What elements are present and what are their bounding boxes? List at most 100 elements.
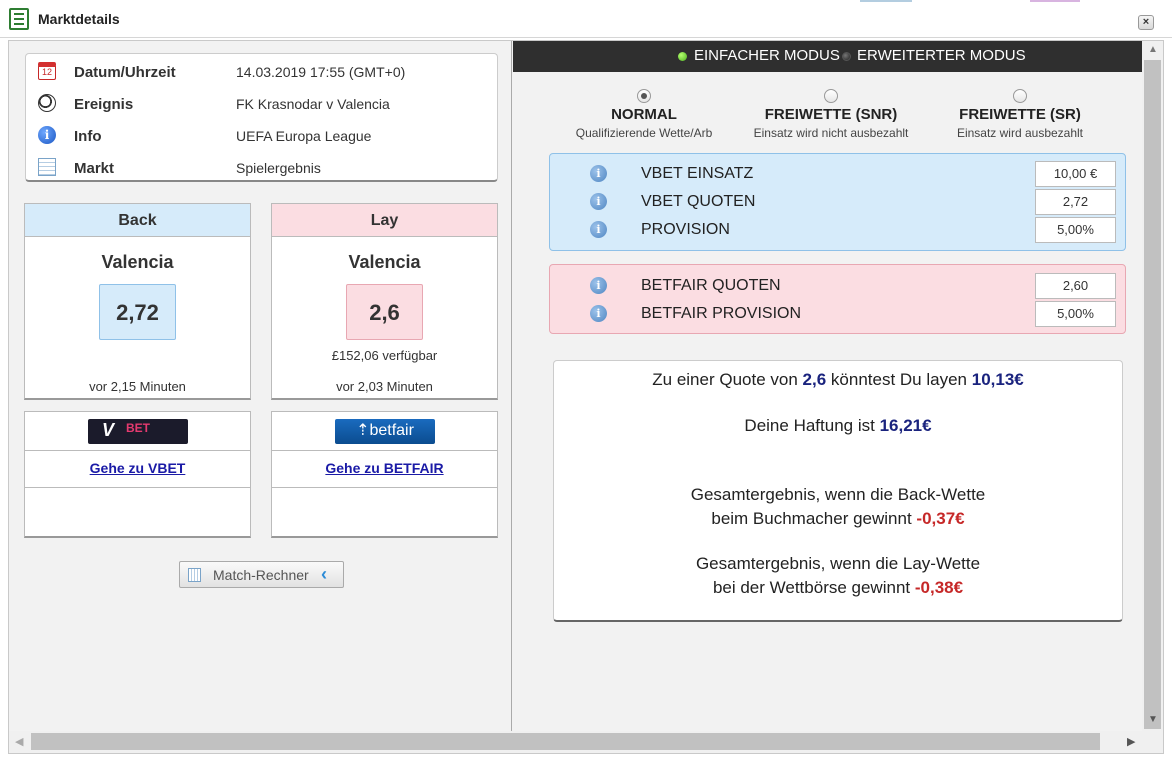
vbet-link[interactable]: Gehe zu VBET (90, 460, 186, 476)
lay-stake-line: Zu einer Quote von 2,6 könntest Du layen… (652, 370, 1024, 389)
result-box: Zu einer Quote von 2,6 könntest Du layen… (553, 360, 1123, 622)
field-label: VBET QUOTEN (641, 193, 756, 210)
mode-bar: EINFACHER MODUS ERWEITERTER MODUS (513, 41, 1142, 72)
info-label: Ereignis (74, 96, 134, 113)
info-icon[interactable]: i (590, 221, 607, 238)
info-icon: i (38, 126, 56, 144)
lay-win-line1: Gesamtergebnis, wenn die Lay-Wette (695, 554, 981, 573)
horizontal-scroll-thumb[interactable] (31, 733, 1100, 750)
back-updated-time: vor 2,15 Minuten (89, 379, 186, 394)
field-row: i PROVISION 5,00% (550, 216, 1125, 244)
scroll-down-icon[interactable]: ▼ (1148, 714, 1158, 725)
simple-mode-toggle[interactable]: EINFACHER MODUS (694, 47, 840, 64)
info-row-date: 12 Datum/Uhrzeit 14.03.2019 17:55 (GMT+0… (26, 56, 497, 88)
lay-stake-value: 10,13€ (971, 370, 1024, 389)
window-titlebar: Marktdetails × (0, 0, 1172, 38)
info-value: 14.03.2019 17:55 (GMT+0) (236, 64, 406, 80)
betfair-odds-input[interactable]: 2,60 (1035, 273, 1116, 299)
market-info-box: 12 Datum/Uhrzeit 14.03.2019 17:55 (GMT+0… (25, 53, 498, 182)
advanced-mode-toggle[interactable]: ERWEITERTER MODUS (857, 47, 1026, 64)
info-value: Spielergebnis (236, 160, 321, 176)
info-icon[interactable]: i (590, 193, 607, 210)
vertical-scroll-thumb[interactable] (1144, 60, 1161, 729)
vbet-commission-input[interactable]: 5,00% (1035, 217, 1116, 243)
lay-odds-value: 2,6 (802, 370, 827, 389)
betfair-link-card: ⇡betfair Gehe zu BETFAIR (271, 411, 498, 538)
scroll-right-icon[interactable]: ▶ (1127, 735, 1135, 748)
betfair-link[interactable]: Gehe zu BETFAIR (325, 460, 443, 476)
horizontal-scrollbar[interactable]: ◀ ▶ (9, 731, 1142, 753)
betfair-inputs-box: i BETFAIR QUOTEN 2,60 i BETFAIR PROVISIO… (549, 264, 1126, 334)
window-list-icon (9, 8, 29, 30)
lay-win-line2: bei der Wettbörse gewinnt -0,38€ (712, 578, 964, 597)
scroll-left-icon[interactable]: ◀ (15, 735, 23, 748)
vbet-odds-input[interactable]: 2,72 (1035, 189, 1116, 215)
table-icon (38, 158, 56, 176)
radio-normal[interactable] (637, 89, 651, 103)
match-calculator-label: Match-Rechner (213, 567, 309, 583)
info-row-market: Markt Spielergebnis (26, 152, 497, 184)
option-snr-title: FREIWETTE (SNR) (764, 106, 898, 123)
left-pane: 12 Datum/Uhrzeit 14.03.2019 17:55 (GMT+0… (9, 41, 512, 731)
calendar-icon: 12 (38, 62, 56, 80)
vbet-logo[interactable]: V BET (88, 419, 188, 444)
vertical-scrollbar[interactable]: ▲ ▼ (1142, 41, 1163, 731)
scroll-corner (1142, 731, 1163, 753)
right-pane: EINFACHER MODUS ERWEITERTER MODUS NORMAL… (513, 41, 1142, 731)
option-sr-sub: Einsatz wird ausbezahlt (956, 126, 1084, 140)
info-icon[interactable]: i (590, 277, 607, 294)
info-icon[interactable]: i (590, 165, 607, 182)
inactive-indicator-icon (842, 52, 851, 61)
info-row-event: Ereignis FK Krasnodar v Valencia (26, 88, 497, 120)
info-icon[interactable]: i (590, 305, 607, 322)
info-value: FK Krasnodar v Valencia (236, 96, 390, 112)
back-header: Back (25, 204, 250, 237)
liability-line: Deine Haftung ist 16,21€ (744, 416, 932, 435)
lay-team: Valencia (348, 252, 421, 272)
lay-odds[interactable]: 2,6 (346, 284, 423, 340)
radio-freebet-snr[interactable] (824, 89, 838, 103)
background-strip (1030, 0, 1080, 2)
field-row: i VBET QUOTEN 2,72 (550, 188, 1125, 216)
chevron-left-icon: ‹ (321, 564, 327, 584)
field-label: PROVISION (641, 221, 730, 238)
field-row: i BETFAIR QUOTEN 2,60 (550, 272, 1125, 300)
option-sr-title: FREIWETTE (SR) (959, 106, 1081, 123)
vbet-inputs-box: i VBET EINSATZ 10,00 € i VBET QUOTEN 2,7… (549, 153, 1126, 251)
vbet-link-card: V BET Gehe zu VBET (24, 411, 251, 538)
lay-win-result: -0,38€ (914, 578, 964, 597)
lay-updated-time: vor 2,03 Minuten (336, 379, 433, 394)
lay-header: Lay (272, 204, 497, 237)
back-win-result: -0,37€ (916, 509, 965, 528)
field-label: BETFAIR QUOTEN (641, 277, 781, 294)
back-win-line2: beim Buchmacher gewinnt -0,37€ (711, 509, 965, 528)
info-label: Datum/Uhrzeit (74, 64, 176, 81)
close-icon: × (1142, 16, 1150, 28)
info-label: Markt (74, 160, 115, 177)
scroll-up-icon[interactable]: ▲ (1148, 44, 1158, 55)
option-normal-title: NORMAL (611, 106, 677, 123)
field-row: i BETFAIR PROVISION 5,00% (550, 300, 1125, 328)
betfair-logo[interactable]: ⇡betfair (335, 419, 435, 444)
back-card: Back Valencia 2,72 vor 2,15 Minuten (24, 203, 251, 400)
lay-card: Lay Valencia 2,6 £152,06 verfügbar vor 2… (271, 203, 498, 400)
option-normal-sub: Qualifizierende Wette/Arb (575, 126, 713, 140)
field-label: BETFAIR PROVISION (641, 305, 802, 322)
back-team: Valencia (101, 252, 174, 272)
close-button[interactable]: × (1138, 15, 1154, 30)
betfair-commission-input[interactable]: 5,00% (1035, 301, 1116, 327)
match-calculator-button[interactable]: Match-Rechner ‹ (179, 561, 344, 588)
active-indicator-icon (678, 52, 687, 61)
window-title: Marktdetails (38, 11, 120, 27)
field-row: i VBET EINSATZ 10,00 € (550, 160, 1125, 188)
option-snr-sub: Einsatz wird nicht ausbezahlt (753, 126, 909, 140)
liability-value: 16,21€ (879, 416, 932, 435)
back-win-line1: Gesamtergebnis, wenn die Back-Wette (690, 485, 986, 504)
calculator-icon (188, 568, 201, 582)
radio-freebet-sr[interactable] (1013, 89, 1027, 103)
back-odds[interactable]: 2,72 (99, 284, 176, 340)
lay-available: £152,06 verfügbar (331, 348, 438, 363)
info-value: UEFA Europa League (236, 128, 372, 144)
field-label: VBET EINSATZ (641, 165, 754, 182)
vbet-stake-input[interactable]: 10,00 € (1035, 161, 1116, 187)
